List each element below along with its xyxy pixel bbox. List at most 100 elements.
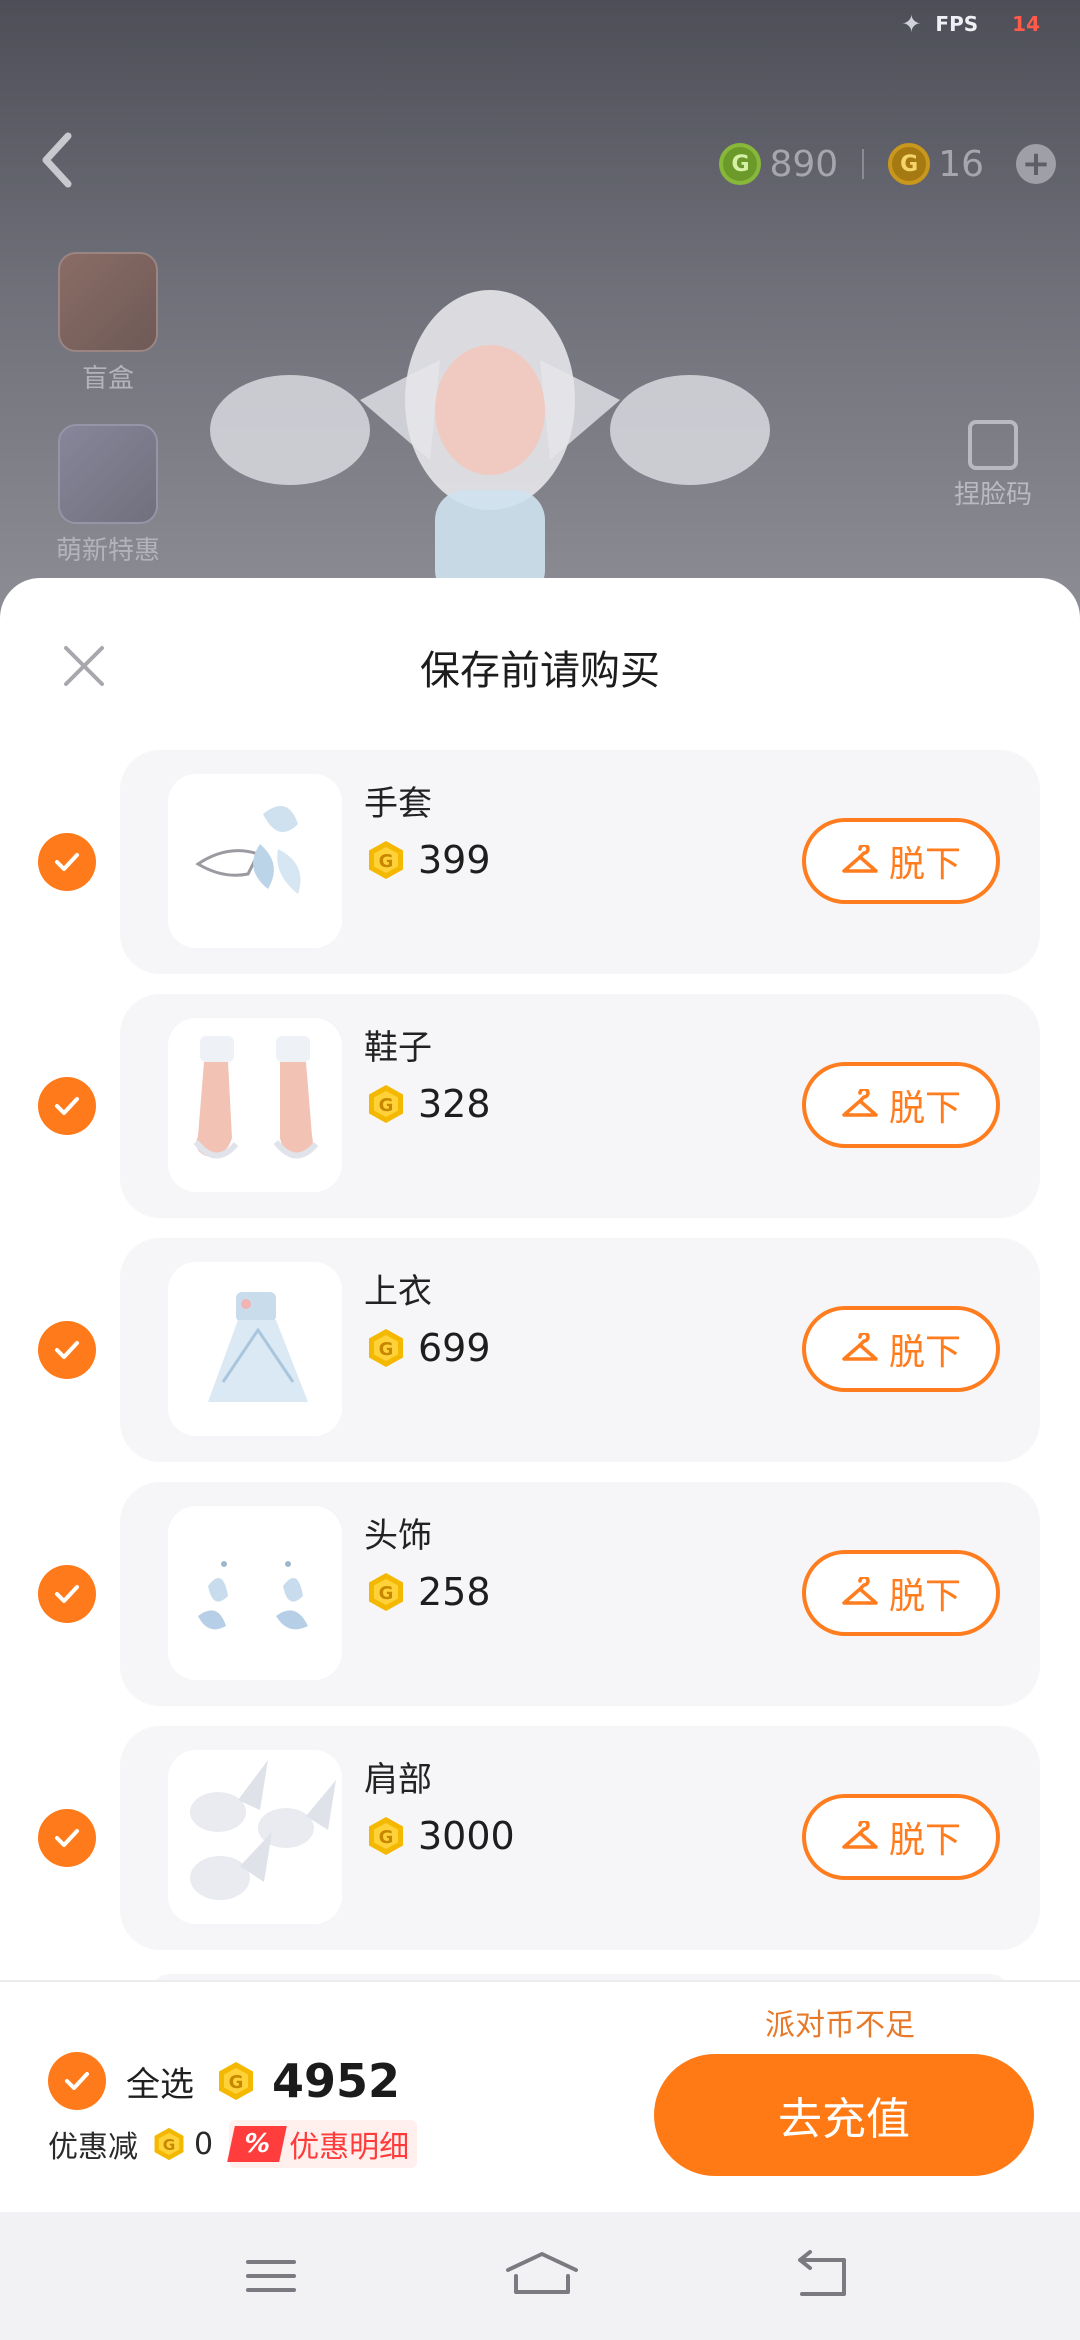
item-card[interactable]: 鞋子 G 328 脱下 (120, 994, 1040, 1218)
green-coin-amount: 890 (769, 143, 839, 185)
svg-text:G: G (379, 1095, 394, 1116)
face-code-label: 捏脸码 (953, 480, 1032, 510)
menu-icon[interactable] (236, 2246, 306, 2306)
discount-label: 优惠减 (48, 2130, 138, 2165)
item-price: G 399 (366, 838, 491, 882)
take-off-label: 脱下 (888, 1820, 961, 1861)
take-off-button[interactable]: 脱下 (802, 1550, 1000, 1636)
select-all-label: 全选 (126, 2064, 194, 2105)
gold-coin-icon: G (369, 1329, 403, 1367)
fps-indicator: ✦ FPS 14 (901, 10, 1040, 38)
gold-coin-icon: G (888, 143, 931, 185)
svg-text:G: G (163, 2136, 176, 2154)
checkmark-icon (55, 1341, 79, 1359)
list-item: 上衣 G 699 脱下 (0, 1238, 1080, 1462)
item-name: 上衣 (364, 1272, 432, 1312)
item-name: 鞋子 (364, 1028, 432, 1068)
list-item: 头饰 G 258 脱下 (0, 1482, 1080, 1706)
item-price-value: 699 (418, 1326, 491, 1370)
item-price-value: 328 (418, 1082, 491, 1126)
back-arrow-icon[interactable] (38, 130, 78, 190)
svg-text:G: G (229, 2072, 244, 2093)
item-thumbnail (168, 774, 342, 948)
purchase-sheet: 保存前请购买 手套 G 399 脱下 鞋子 G 328 脱下 上衣 G 699 … (0, 578, 1080, 2212)
sparkle-icon: ✦ (901, 10, 922, 38)
item-card[interactable]: 肩部 G 3000 脱下 (120, 1726, 1040, 1950)
take-off-label: 脱下 (888, 1332, 961, 1373)
hanger-icon (842, 1089, 878, 1117)
discount-detail-label: 优惠明细 (289, 2130, 410, 2165)
recharge-button[interactable]: 去充值 (654, 2054, 1034, 2176)
item-checkbox[interactable] (38, 1321, 96, 1379)
newbie-deal-label: 萌新特惠 (55, 536, 160, 566)
item-name: 肩部 (364, 1760, 432, 1800)
take-off-button[interactable]: 脱下 (802, 818, 1000, 904)
gold-coin-icon: G (154, 2127, 184, 2161)
svg-text:G: G (379, 1339, 394, 1360)
list-item: 手套 G 399 脱下 (0, 750, 1080, 974)
discount-detail-link[interactable]: % 优惠明细 (227, 2120, 418, 2168)
item-price-value: 399 (418, 838, 491, 882)
game-scene: ✦ FPS 14 G 890 G 16 + 盲盒 萌新特惠 捏脸码 (0, 0, 1080, 640)
list-item: 鞋子 G 328 脱下 (0, 994, 1080, 1218)
item-thumbnail (168, 1018, 342, 1192)
item-checkbox[interactable] (38, 1809, 96, 1867)
hanger-icon (842, 1821, 878, 1849)
gold-coin-icon: G (369, 1085, 403, 1123)
wallet-divider (862, 149, 865, 179)
checkmark-icon (55, 853, 79, 871)
checkmark-icon (55, 1829, 79, 1847)
green-coin-icon: G (719, 143, 762, 185)
gold-coin-amount: 16 (938, 143, 984, 185)
item-card[interactable]: 上衣 G 699 脱下 (120, 1238, 1040, 1462)
take-off-button[interactable]: 脱下 (802, 1306, 1000, 1392)
checkout-bar: 派对币不足 全选 G 4952 优惠减 G 0 % 优惠明细 去充值 (0, 1980, 1080, 2212)
currency-wallet: G 890 G 16 + (719, 138, 1056, 190)
sheet-title: 保存前请购买 (420, 648, 660, 694)
home-icon[interactable] (500, 2246, 584, 2306)
gold-coin-icon: G (369, 841, 403, 879)
blind-box-label: 盲盒 (81, 364, 134, 394)
select-all-checkbox[interactable] (48, 2052, 106, 2110)
newbie-deal-icon (58, 424, 158, 524)
back-icon[interactable] (788, 2246, 858, 2306)
take-off-label: 脱下 (888, 1088, 961, 1129)
fps-label: FPS (935, 12, 979, 36)
face-code-button[interactable]: 捏脸码 (928, 420, 1058, 511)
take-off-label: 脱下 (888, 844, 961, 885)
add-currency-button[interactable]: + (1016, 144, 1056, 184)
checkmark-icon (55, 1097, 79, 1115)
hanger-icon (842, 845, 878, 873)
take-off-button[interactable]: 脱下 (802, 1062, 1000, 1148)
take-off-button[interactable]: 脱下 (802, 1794, 1000, 1880)
discount-amount: 0 (194, 2126, 214, 2162)
item-price: G 328 (366, 1082, 491, 1126)
item-price-value: 3000 (418, 1814, 515, 1858)
item-checkbox[interactable] (38, 1077, 96, 1135)
item-card[interactable]: 头饰 G 258 脱下 (120, 1482, 1040, 1706)
gift-box-icon (58, 252, 158, 352)
gold-coin-icon: G (219, 2062, 253, 2100)
newbie-deal-button[interactable]: 萌新特惠 (48, 424, 168, 567)
hanger-icon (842, 1333, 878, 1361)
item-checkbox[interactable] (38, 1565, 96, 1623)
gold-coin-icon: G (369, 1573, 403, 1611)
item-checkbox[interactable] (38, 833, 96, 891)
item-card[interactable]: 手套 G 399 脱下 (120, 750, 1040, 974)
blind-box-button[interactable]: 盲盒 (48, 252, 168, 395)
system-nav-bar (0, 2212, 1080, 2340)
fps-value: 14 (1012, 12, 1040, 36)
svg-text:G: G (379, 1827, 394, 1848)
checkmark-icon (65, 2072, 89, 2090)
app-root: ✦ FPS 14 G 890 G 16 + 盲盒 萌新特惠 捏脸码 保存前请购买… (0, 0, 1080, 2340)
item-name: 手套 (364, 784, 432, 824)
select-all-toggle[interactable]: 全选 G 4952 (48, 2052, 400, 2110)
edit-icon (968, 420, 1018, 470)
take-off-label: 脱下 (888, 1576, 961, 1617)
item-price: G 3000 (366, 1814, 515, 1858)
avatar-character (210, 290, 770, 600)
item-thumbnail (168, 1262, 342, 1436)
hanger-icon (842, 1577, 878, 1605)
checkmark-icon (55, 1585, 79, 1603)
svg-text:G: G (379, 851, 394, 872)
